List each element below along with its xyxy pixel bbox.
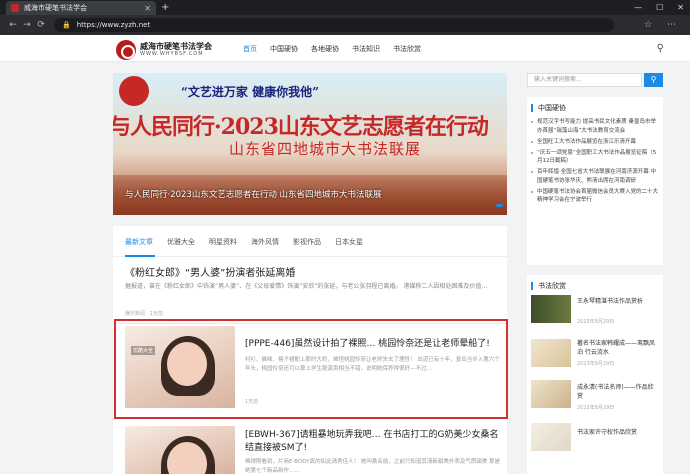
active-tab-underline xyxy=(125,255,155,257)
forward-icon[interactable]: → xyxy=(20,20,34,30)
slider-indicator[interactable] xyxy=(496,204,503,207)
article-thumbnail[interactable]: 优酷大全 xyxy=(125,326,235,408)
news-link[interactable]: 规范汉字书写能力 提高书民文化素质 秦皇岛市举办首届“瑞藻山海”大书法教育交流会 xyxy=(531,118,659,135)
main-menu: 首页 中国硬协 各地硬协 书法知识 书法欣赏 xyxy=(243,44,421,54)
tab-divider xyxy=(113,256,507,257)
site-header: 威海市硬笔书法学会 WWW.WHYBSF.COM 首页 中国硬协 各地硬协 书法… xyxy=(0,35,690,62)
menu-item-china[interactable]: 中国硬协 xyxy=(270,44,298,54)
address-bar: ← → ⟳ 🔒 https://www.zyzh.net ☆ ⋯ xyxy=(0,15,690,35)
logo-emblem-icon xyxy=(116,40,136,60)
tab-stars[interactable]: 明星资料 xyxy=(209,237,237,247)
divider xyxy=(113,323,507,324)
calligraphy-title[interactable]: 书法家许守权作品欣赏 xyxy=(577,428,659,437)
back-icon[interactable]: ← xyxy=(6,20,20,30)
tab-latest[interactable]: 最新文章 xyxy=(125,237,153,247)
logo-title: 威海市硬笔书法学会 xyxy=(140,41,212,51)
new-tab-button[interactable]: + xyxy=(161,2,169,13)
tab-overseas[interactable]: 海外风情 xyxy=(251,237,279,247)
calligraphy-title[interactable]: 王永琴精湛书法作品赏析 xyxy=(577,297,659,306)
article-thumbnail[interactable] xyxy=(125,426,235,474)
calligraphy-thumbnail[interactable] xyxy=(531,295,571,323)
calligraphy-date: 2023年8月29日 xyxy=(577,361,615,367)
search-input[interactable]: 输入关键词搜索... xyxy=(527,73,642,87)
section-title: 中国硬协 xyxy=(531,104,566,112)
tab-jp-stars[interactable]: 日本女星 xyxy=(335,237,363,247)
window-controls: — ☐ ✕ xyxy=(634,0,684,15)
calligraphy-date: 2023年8月29日 xyxy=(577,319,615,325)
article-summary: 衬衫、猫咪、格子裙配上那时大奶，难怪桃园怜奈让老师失去了理性！ 出道已有十年，复… xyxy=(245,357,500,372)
calligraphy-thumbnail[interactable] xyxy=(531,423,571,451)
logo-domain: WWW.WHYBSF.COM xyxy=(140,51,204,57)
url-field[interactable]: 🔒 https://www.zyzh.net xyxy=(54,18,614,32)
calligraphy-thumbnail[interactable] xyxy=(531,339,571,367)
site-favicon-icon xyxy=(11,4,19,12)
calligraphy-thumbnail[interactable] xyxy=(531,380,571,408)
url-text: https://www.zyzh.net xyxy=(76,21,151,29)
slider-headline: 与人民同行·2023山东文艺志愿者在行动 xyxy=(113,114,489,140)
news-link[interactable]: 百年辉煌·全国七省大书法联展在河南济源开幕 中国硬笔书协张华庆、熊清出席在河南调… xyxy=(531,168,659,185)
menu-item-appreciation[interactable]: 书法欣赏 xyxy=(393,44,421,54)
close-window-button[interactable]: ✕ xyxy=(677,3,684,12)
thumbnail-face xyxy=(167,342,207,386)
section-title: 书法欣赏 xyxy=(531,282,566,290)
article-summary: 难得刚看到，片商E-BODY真的如此清秀佳人！ 她叫桑名结，之前只知道其清新甜美… xyxy=(245,459,501,474)
article-meta: 1天前 xyxy=(245,399,259,405)
menu-item-local[interactable]: 各地硬协 xyxy=(311,44,339,54)
news-link[interactable]: 中国硬笔书法协会首届微信会员大赛入党的二十大精神学习会在宁波举行 xyxy=(531,188,659,205)
slider-subheadline: 山东省四地城市大书法联展 xyxy=(229,140,422,158)
calligraphy-box: 书法欣赏 王永琴精湛书法作品赏析 2023年8月29日 著名书法家韩耀成——鸾飘… xyxy=(527,275,663,474)
thumbnail-label: 优酷大全 xyxy=(131,346,156,355)
calligraphy-title[interactable]: 著名书法家韩耀成——鸾飘凤泊 行云流水 xyxy=(577,339,659,357)
event-badge-icon xyxy=(119,76,149,106)
lock-icon: 🔒 xyxy=(62,21,71,29)
browser-tab-bar: 威海市硬笔书法学会 ✕ + — ☐ ✕ xyxy=(0,0,690,15)
article-title[interactable]: [EBWH-367]请粗暴地玩弄我吧… 在书店打工的G奶美少女桑名结直接被SM了… xyxy=(245,429,503,455)
slider-caption[interactable]: 与人民同行·2023山东文艺志愿者在行动 山东省四地城市大书法联展 xyxy=(125,189,385,201)
article-title[interactable]: 《粉红女郎》“男人婆”扮演者张延离婚 xyxy=(125,264,295,279)
menu-item-home[interactable]: 首页 xyxy=(243,44,257,54)
minimize-button[interactable]: — xyxy=(634,3,642,12)
tab-close-icon[interactable]: ✕ xyxy=(144,4,151,13)
category-tabs: 最新文章 优雅大全 明星资料 海外风情 影视作品 日本女星 xyxy=(125,237,363,247)
china-association-box: 中国硬协 规范汉字书写能力 提高书民文化素质 秦皇岛市举办首届“瑞藻山海”大书法… xyxy=(527,97,663,265)
article-summary: 据报道，曾在《粉红女郎》中饰演“男人婆”、在《父母爱情》饰演“安欣”的张延，与老… xyxy=(125,283,488,290)
tab-title: 威海市硬笔书法学会 xyxy=(24,4,87,12)
article-meta: 娱乐新闻 · 1天前 xyxy=(125,311,163,317)
site-logo[interactable]: 威海市硬笔书法学会 WWW.WHYBSF.COM xyxy=(116,40,212,60)
tab-film[interactable]: 影视作品 xyxy=(293,237,321,247)
news-link[interactable]: “庆五一颂党恩”全国职工大书法作品展览征稿（5月12日截稿） xyxy=(531,149,659,166)
reload-icon[interactable]: ⟳ xyxy=(34,20,48,30)
browser-tools-icon[interactable]: ☆ ⋯ xyxy=(644,20,682,30)
tab-elegant[interactable]: 优雅大全 xyxy=(167,237,195,247)
header-search-icon[interactable]: ⚲ xyxy=(657,43,664,54)
calligraphy-date: 2023年8月29日 xyxy=(577,405,615,411)
slider-slogan: “文艺进万家 健康你我他” xyxy=(181,85,319,99)
menu-item-knowledge[interactable]: 书法知识 xyxy=(352,44,380,54)
maximize-button[interactable]: ☐ xyxy=(656,3,663,12)
browser-tab[interactable]: 威海市硬笔书法学会 ✕ xyxy=(6,1,156,15)
news-link[interactable]: 全国旺工大书法作品展览在浙江乐清开幕 xyxy=(531,138,659,147)
article-list: 最新文章 优雅大全 明星资料 海外风情 影视作品 日本女星 《粉红女郎》“男人婆… xyxy=(113,226,507,474)
calligraphy-title[interactable]: 成永清(书法名师)——作品欣赏 xyxy=(577,383,659,401)
hero-slider[interactable]: “文艺进万家 健康你我他” 与人民同行·2023山东文艺志愿者在行动 山东省四地… xyxy=(113,73,507,215)
search-button[interactable]: ⚲ xyxy=(644,73,663,87)
article-title[interactable]: [PPPE-446]虽然设计拍了裸照… 桃园怜奈还是让老师晕船了! xyxy=(245,338,503,351)
